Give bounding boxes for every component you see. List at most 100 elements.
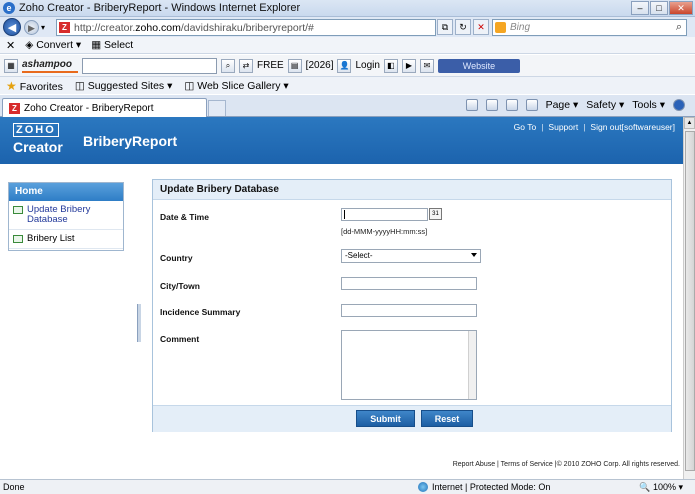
help-icon[interactable] xyxy=(673,99,685,111)
select-button[interactable]: ▦ Select xyxy=(91,39,133,51)
globe-icon xyxy=(418,482,428,492)
signout-link[interactable]: Sign out[softwareuser] xyxy=(590,122,675,132)
reset-button[interactable]: Reset xyxy=(421,410,473,427)
tab-label: Zoho Creator - BriberyReport xyxy=(24,102,154,114)
zoom-level[interactable]: 🔍 100% ▾ xyxy=(639,482,683,493)
scroll-up-icon[interactable]: ▲ xyxy=(684,117,695,129)
form-title: Update Bribery Database xyxy=(153,180,671,200)
favorites-button[interactable]: ★ Favorites xyxy=(6,79,63,93)
toolbar-cart-icon[interactable]: ▤ xyxy=(287,58,302,73)
refresh-icon[interactable]: ↻ xyxy=(455,19,471,35)
window-titlebar: e Zoho Creator - BriberyReport - Windows… xyxy=(0,0,695,17)
country-select[interactable]: -Select- xyxy=(341,249,481,263)
city-label: City/Town xyxy=(160,281,200,291)
datetime-label: Date & Time xyxy=(160,212,209,222)
status-text: Done xyxy=(3,482,25,492)
close-window-button[interactable]: ✕ xyxy=(669,1,693,15)
nav-item-label: Bribery List xyxy=(27,233,75,244)
toolbar-mail-icon[interactable]: ✉ xyxy=(419,58,434,73)
form-panel: Update Bribery Database Date & Time 31 [… xyxy=(152,179,672,432)
search-placeholder: Bing xyxy=(510,22,531,33)
toolbar-search-input[interactable] xyxy=(82,57,217,74)
toolbar-search-icon[interactable]: ⌕ xyxy=(221,58,235,73)
address-bar[interactable]: Z http://creator.zoho.com/davidshiraku/b… xyxy=(56,19,436,36)
login-icon: 👤 xyxy=(337,58,352,73)
feeds-icon[interactable] xyxy=(485,99,498,111)
website-button[interactable]: Website xyxy=(437,58,520,73)
zoho-favicon-icon: Z xyxy=(59,22,70,33)
left-nav: Home Update Bribery Database Bribery Lis… xyxy=(8,182,124,251)
goto-link[interactable]: Go To xyxy=(514,122,537,132)
summary-label: Incidence Summary xyxy=(160,307,241,317)
free-button[interactable]: FREE xyxy=(257,60,284,71)
back-button[interactable]: ◀ xyxy=(3,18,21,36)
comment-label: Comment xyxy=(160,334,200,344)
zoho-tab-icon: Z xyxy=(9,102,20,114)
zoho-creator-logo[interactable]: ZOHO Creator xyxy=(13,123,63,155)
ashampoo-logo: ashampoo xyxy=(22,59,78,73)
new-tab-button[interactable] xyxy=(208,100,226,116)
star-icon: ★ xyxy=(6,78,17,93)
search-icon[interactable]: ⌕ xyxy=(676,21,682,34)
app-header: ZOHO Creator BriberyReport Go To | Suppo… xyxy=(0,117,683,164)
textarea-scrollbar[interactable] xyxy=(468,331,476,399)
address-url: http://creator.zoho.com/davidshiraku/bri… xyxy=(74,21,314,34)
favorites-bar: ★ Favorites ◫ Suggested Sites ▾ ◫ Web Sl… xyxy=(0,77,695,94)
city-input[interactable] xyxy=(341,277,477,290)
nav-item-label: Update Bribery Database xyxy=(27,204,91,225)
zone-indicator[interactable]: Internet | Protected Mode: On xyxy=(418,482,550,492)
app-title: BriberyReport xyxy=(83,133,178,149)
submit-button[interactable]: Submit xyxy=(356,410,415,427)
maximize-button[interactable]: □ xyxy=(650,1,668,15)
nav-item-update-bribery-database[interactable]: Update Bribery Database xyxy=(9,201,123,230)
convert-toolbar: ✕ ◈ Convert ▾ ▦ Select xyxy=(0,37,695,54)
count-badge[interactable]: [2026] xyxy=(306,60,334,71)
page-footer: Report Abuse | Terms of Service |© 2010 … xyxy=(452,461,680,468)
recent-pages-dropdown-icon[interactable]: ▾ xyxy=(41,23,45,32)
nav-item-bribery-list[interactable]: Bribery List xyxy=(9,230,123,249)
scroll-thumb[interactable] xyxy=(685,131,695,471)
toolbar-video-icon[interactable]: ▶ xyxy=(401,58,416,73)
page-menu[interactable]: Page ▾ xyxy=(546,99,579,111)
form-icon xyxy=(13,206,23,214)
print-icon[interactable] xyxy=(525,99,538,111)
minimize-button[interactable]: – xyxy=(631,1,649,15)
address-row: ◀ ▶ ▾ Z http://creator.zoho.com/davidshi… xyxy=(0,17,695,37)
summary-input[interactable] xyxy=(341,304,477,317)
bing-logo-icon xyxy=(495,22,506,33)
search-box[interactable]: Bing ⌕ xyxy=(492,19,687,36)
calendar-icon[interactable]: 31 xyxy=(429,208,442,220)
support-link[interactable]: Support xyxy=(548,122,578,132)
toolbar-app-icon[interactable]: ◧ xyxy=(383,58,398,73)
window-title: Zoho Creator - BriberyReport - Windows I… xyxy=(19,2,301,14)
compatibility-view-icon[interactable]: ⧉ xyxy=(437,19,453,35)
country-label: Country xyxy=(160,253,193,263)
addon-toolbar: ▦ ashampoo ⌕ ⇄ FREE ▤ [2026] 👤 Login ◧ ▶… xyxy=(0,55,695,77)
page-viewport: ZOHO Creator BriberyReport Go To | Suppo… xyxy=(0,117,683,479)
sidebar-splitter[interactable] xyxy=(137,304,141,342)
datetime-input[interactable] xyxy=(341,208,428,221)
safety-menu[interactable]: Safety ▾ xyxy=(586,99,624,111)
chevron-down-icon xyxy=(471,253,477,257)
close-toolbar-icon[interactable]: ✕ xyxy=(6,39,15,52)
home-icon[interactable] xyxy=(465,99,478,111)
tab-zoho-creator[interactable]: Z Zoho Creator - BriberyReport xyxy=(2,98,207,117)
stop-icon[interactable]: ✕ xyxy=(473,19,489,35)
suggested-sites-button[interactable]: ◫ Suggested Sites ▾ xyxy=(75,80,173,92)
forward-button[interactable]: ▶ xyxy=(24,19,39,35)
web-slice-gallery-button[interactable]: ◫ Web Slice Gallery ▾ xyxy=(184,80,288,92)
tools-menu[interactable]: Tools ▾ xyxy=(632,99,665,111)
toolbar-arrows-icon[interactable]: ⇄ xyxy=(239,58,253,73)
comment-textarea[interactable] xyxy=(341,330,477,400)
login-button[interactable]: Login xyxy=(355,60,379,71)
status-bar: Done Internet | Protected Mode: On 🔍 100… xyxy=(0,479,695,494)
toolbar-menu-icon[interactable]: ▦ xyxy=(4,58,18,73)
form-button-bar: Submit Reset xyxy=(153,405,671,432)
page-scrollbar[interactable]: ▲ xyxy=(683,117,695,479)
convert-button[interactable]: ◈ Convert ▾ xyxy=(25,39,81,51)
mail-icon[interactable] xyxy=(505,99,518,111)
nav-home[interactable]: Home xyxy=(9,183,123,201)
date-format-hint: [dd-MMM-yyyyHH:mm:ss] xyxy=(341,227,428,236)
ie-logo-icon: e xyxy=(3,2,15,14)
list-icon xyxy=(13,235,23,243)
